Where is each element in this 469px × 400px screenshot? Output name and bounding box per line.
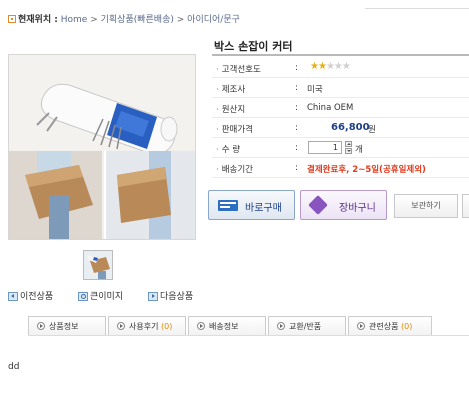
star-empty-icon: ★ [325,61,335,72]
tab-label: 상품정보 [49,322,79,331]
quantity-input[interactable] [308,141,342,154]
arrow-left-icon [8,292,18,301]
breadcrumb-separator: > [176,15,185,25]
star-filled-icon: ★ [317,61,327,72]
star-empty-icon: ★ [341,61,351,72]
product-photo [9,55,195,239]
colon: : [295,103,298,113]
rating-stars: ★★★★★ [310,61,351,72]
buy-now-button[interactable]: 바로구매 [208,190,295,220]
star-filled-icon: ★ [310,61,319,72]
shipping-label: 배송기간 [216,163,253,175]
play-circle-icon [357,322,365,330]
colon: : [295,123,298,133]
card-icon [218,200,238,211]
spec-row-quantity: 수 량 : 개 [212,138,469,158]
rating-label: 고객선호도 [216,63,261,75]
zoom-image-link[interactable]: 큰이미지 [78,289,123,302]
origin-label: 원산지 [216,103,245,115]
tab-reviews[interactable]: 사용후기 (0) [108,316,186,335]
breadcrumb: 현재위치 : Home > 기획상품(빠른배송) > 아이디어/문구 [8,12,240,25]
location-icon [8,15,16,23]
tab-related-products[interactable]: 관련상품 (0) [348,316,432,335]
tab-label: 배송정보 [209,322,239,331]
product-main-image[interactable] [8,54,196,240]
buy-now-label: 바로구매 [245,203,282,214]
top-divider [365,8,469,9]
play-circle-icon [277,322,285,330]
price-value: 66,800 [331,122,370,133]
tab-label: 사용후기 (0) [129,322,173,331]
quantity-unit: 개 [355,145,363,155]
colon: : [295,143,298,153]
spec-row-maker: 제조사 : 미국 [212,78,469,98]
cart-icon [308,195,328,215]
shipping-value: 결제완료후, 2~5일(공휴일제외) [307,165,426,175]
decrement-icon[interactable] [345,148,352,154]
add-to-cart-button[interactable]: 장바구니 [300,190,387,220]
origin-value: China OEM [307,103,354,113]
prev-product-label: 이전상품 [20,292,54,302]
spec-row-shipping: 배송기간 : 결제완료후, 2~5일(공휴일제외) [212,158,469,178]
increment-icon[interactable] [345,141,352,147]
spec-row-price: 판매가격 : 66,800 원 [212,118,469,138]
extra-button[interactable] [462,194,469,218]
breadcrumb-home-link[interactable]: Home [61,15,88,25]
next-product-label: 다음상품 [160,292,194,302]
cart-label: 장바구니 [339,203,376,214]
play-circle-icon [117,322,125,330]
tab-shipping-info[interactable]: 배송정보 [188,316,266,335]
breadcrumb-subcategory-link[interactable]: 아이디어/문구 [187,15,240,25]
tab-product-info[interactable]: 상품정보 [28,316,106,335]
maker-label: 제조사 [216,83,245,95]
price-label: 판매가격 [216,123,253,135]
product-title: 박스 손잡이 커터 [214,40,293,53]
breadcrumb-category-link[interactable]: 기획상품(빠른배송) [101,15,174,25]
tabs-divider [28,335,469,336]
tab-exchange-return[interactable]: 교환/반품 [268,316,346,335]
colon: : [295,83,298,93]
maker-value: 미국 [307,85,323,95]
breadcrumb-label: 현재위치 : [18,15,58,25]
tab-label: 관련상품 (0) [369,322,413,331]
save-button[interactable]: 보관하기 [394,194,458,218]
zoom-image-label: 큰이미지 [90,292,124,302]
breadcrumb-separator: > [90,15,98,25]
spec-row-rating: 고객선호도 : ★★★★★ [212,58,469,78]
arrow-right-icon [148,292,158,301]
product-thumbnail[interactable] [83,250,113,280]
play-circle-icon [37,322,45,330]
title-divider [212,54,469,56]
magnifier-icon [78,292,88,301]
tab-label: 교환/반품 [289,322,322,331]
next-product-link[interactable]: 다음상품 [148,289,193,302]
quantity-label: 수 량 [216,143,240,155]
colon: : [295,163,298,173]
price-unit: 원 [368,125,376,135]
product-description: dd [8,362,20,372]
spec-row-origin: 원산지 : China OEM [212,98,469,118]
star-empty-icon: ★ [333,61,343,72]
prev-product-link[interactable]: 이전상품 [8,289,53,302]
play-circle-icon [197,322,205,330]
thumbnail-photo [84,251,112,279]
quantity-stepper[interactable] [345,141,352,154]
colon: : [295,63,298,73]
